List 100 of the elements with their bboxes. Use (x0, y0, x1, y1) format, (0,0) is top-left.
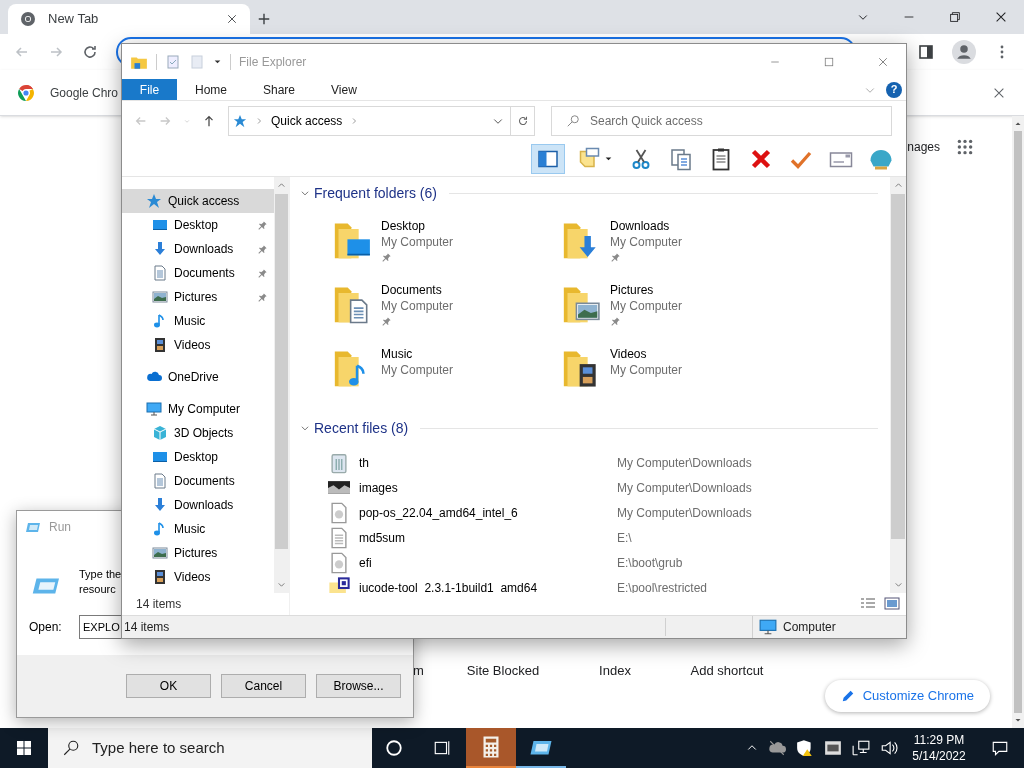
pin-icon[interactable] (257, 291, 268, 303)
task-view-icon[interactable] (433, 739, 451, 757)
ribbon-tab[interactable]: Home (177, 79, 245, 100)
cube-icon (152, 425, 168, 441)
nav-item[interactable]: Videos (122, 565, 274, 589)
pin-icon[interactable] (257, 267, 268, 279)
apps-icon[interactable] (956, 138, 974, 156)
file-name[interactable]: images (350, 478, 617, 497)
maximize-icon[interactable] (823, 55, 835, 68)
pin-icon[interactable] (257, 219, 268, 231)
address-field[interactable]: Quick access (228, 106, 511, 136)
nav-item[interactable]: Documents (122, 469, 274, 493)
tab-title: New Tab (48, 10, 100, 29)
nav-item[interactable]: Documents (122, 261, 274, 285)
nav-item[interactable]: Pictures (122, 285, 274, 309)
network-icon[interactable] (852, 739, 870, 757)
nav-item[interactable]: Music (122, 309, 274, 333)
nav-item[interactable]: Videos (122, 333, 274, 357)
shortcut-label[interactable]: Add shortcut (671, 661, 783, 681)
nav-item[interactable]: OneDrive (122, 365, 274, 389)
notification-icon[interactable] (991, 739, 1009, 757)
caret-icon (604, 154, 613, 163)
close-icon[interactable] (226, 13, 238, 25)
start-icon[interactable] (16, 740, 32, 756)
scroll-down-icon[interactable] (1014, 716, 1022, 724)
star-icon (233, 114, 247, 128)
open-field[interactable]: EXPLO (79, 615, 121, 639)
toolbar-button[interactable] (531, 143, 565, 174)
chevron-icon (350, 117, 359, 125)
group-heading[interactable]: Recent files (8) (314, 417, 409, 439)
ribbon-tab[interactable]: Share (245, 79, 314, 100)
volume-icon[interactable] (880, 739, 898, 757)
shortcut-label[interactable]: m (413, 661, 447, 681)
circle-icon[interactable] (385, 739, 403, 757)
folder-name[interactable]: Pictures (610, 282, 683, 298)
file-name[interactable]: iucode-tool_2.3.1-1build1_amd64 (350, 578, 617, 593)
folder-name[interactable]: Documents (381, 282, 454, 298)
nav-item[interactable]: My Computer (122, 397, 274, 421)
folder-name[interactable]: Desktop (381, 218, 454, 234)
clock-date[interactable]: 5/14/2022 (912, 748, 966, 764)
download-icon (152, 241, 168, 257)
browser-tab[interactable]: New Tab (8, 4, 250, 34)
customize-chrome-button[interactable]: Customize Chrome (824, 680, 990, 712)
file-name[interactable]: md5sum (350, 528, 617, 547)
group-heading[interactable]: Frequent folders (6) (314, 182, 437, 204)
shortcut-label[interactable]: Index (559, 661, 671, 681)
cloud-icon[interactable] (768, 739, 786, 757)
file-name[interactable]: efi (350, 553, 617, 572)
shield-icon[interactable] (796, 739, 814, 757)
file-name[interactable]: th (350, 453, 617, 472)
scrollbar[interactable] (1012, 116, 1024, 728)
open-label: Open: (29, 619, 63, 636)
breadcrumb[interactable]: Quick access (271, 112, 343, 130)
nav-item[interactable]: 3D Objects (122, 421, 274, 445)
file-name[interactable]: pop-os_22.04_amd64_intel_6 (350, 503, 617, 522)
nav-item[interactable]: Quick access (122, 189, 274, 213)
ribbon-tab[interactable]: File (122, 79, 177, 100)
new-folder-icon (189, 53, 205, 70)
ribbon-tab[interactable]: View (313, 79, 375, 100)
chrome-icon (20, 11, 36, 27)
desktop-icon (152, 217, 168, 233)
up-icon[interactable] (202, 114, 216, 128)
profile-icon[interactable] (952, 40, 976, 64)
pin-icon[interactable] (257, 243, 268, 255)
nav-item[interactable]: Downloads (122, 493, 274, 517)
dialog-button[interactable]: Cancel (221, 674, 306, 698)
folder-name[interactable]: Music (381, 346, 454, 362)
nav-item[interactable]: Desktop (122, 445, 274, 469)
help-button[interactable]: ? (886, 81, 902, 98)
scroll-up-icon[interactable] (1014, 120, 1022, 128)
close-icon[interactable] (994, 10, 1008, 24)
chevron-icon (255, 117, 263, 125)
app-icon[interactable] (824, 739, 842, 757)
dialog-button[interactable]: Browse... (316, 674, 401, 698)
nav-item[interactable]: Downloads (122, 237, 274, 261)
restore-icon[interactable] (948, 10, 962, 24)
large-icons-view-icon[interactable] (884, 596, 900, 612)
nav-item[interactable]: Desktop (122, 213, 274, 237)
collapse-icon[interactable] (300, 188, 310, 198)
nav-item[interactable]: Pictures (122, 541, 274, 565)
item-count: 14 items (136, 596, 182, 613)
collapse-icon[interactable] (300, 423, 310, 433)
search-icon (62, 739, 80, 757)
reload-icon[interactable] (82, 44, 98, 60)
clock-time[interactable]: 11:29 PM (913, 732, 965, 748)
picture-icon (152, 289, 168, 305)
folder-name[interactable]: Downloads (610, 218, 683, 234)
refresh-button[interactable] (511, 106, 535, 136)
download-icon (152, 497, 168, 513)
nav-item[interactable]: Music (122, 517, 274, 541)
search-field[interactable]: Search Quick access (551, 106, 892, 136)
search-field[interactable]: Type here to search (48, 728, 372, 768)
folder-name[interactable]: Videos (610, 346, 683, 362)
document-icon (152, 473, 168, 489)
shortcut-label[interactable]: Site Blocked (447, 661, 559, 681)
new-tab-icon[interactable] (257, 12, 271, 26)
caret-icon[interactable] (213, 57, 222, 66)
images-link[interactable]: nages (907, 138, 940, 156)
dialog-button[interactable]: OK (126, 674, 211, 698)
side-panel-icon[interactable] (918, 44, 934, 60)
